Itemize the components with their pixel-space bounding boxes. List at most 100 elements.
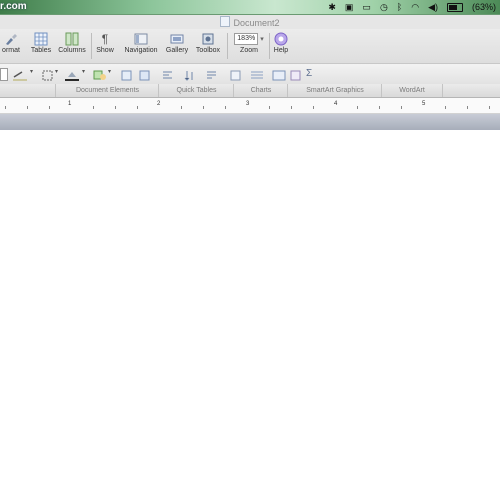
symbol-icon[interactable] bbox=[290, 68, 301, 81]
document-title: Document2 bbox=[0, 16, 500, 28]
gallery-icon bbox=[170, 34, 184, 44]
toolbox-icon bbox=[202, 33, 214, 45]
tab-wordart[interactable]: WordArt bbox=[381, 84, 443, 97]
toolbar-divider bbox=[269, 33, 270, 59]
ruler-mark: 4 bbox=[334, 101, 338, 107]
ruler-mark: 1 bbox=[68, 101, 72, 107]
ruler-tick bbox=[181, 106, 182, 109]
paint-bucket-icon bbox=[65, 72, 79, 81]
ruler-tick bbox=[445, 106, 446, 109]
ruler-tick bbox=[269, 106, 270, 109]
border-icon[interactable] bbox=[42, 68, 53, 81]
navigation-label: Navigation bbox=[124, 47, 158, 54]
navigation-pane-icon bbox=[134, 33, 148, 45]
paintbrush-icon bbox=[6, 34, 17, 45]
document-title-text: Document2 bbox=[233, 18, 280, 28]
tab-charts[interactable]: Charts bbox=[233, 84, 288, 97]
wifi-icon[interactable]: ◠ bbox=[411, 0, 419, 14]
ruler-tick bbox=[467, 106, 468, 109]
ruler-tick bbox=[27, 106, 28, 109]
table-icon bbox=[34, 32, 48, 46]
text-box-icon[interactable] bbox=[121, 68, 132, 81]
battery-icon[interactable] bbox=[446, 2, 463, 12]
horizontal-ruler[interactable]: 1 2 3 4 5 bbox=[0, 98, 500, 114]
tab-smartart-graphics[interactable]: SmartArt Graphics bbox=[287, 84, 382, 97]
pilcrow-icon: ¶ bbox=[101, 32, 109, 46]
pen-icon bbox=[13, 71, 27, 81]
columns-label: Columns bbox=[58, 47, 86, 54]
ruler-mark: 5 bbox=[422, 101, 426, 107]
display-icon[interactable]: ▭ bbox=[362, 0, 371, 14]
ruler-tick bbox=[379, 106, 380, 109]
sum-icon[interactable]: Σ bbox=[306, 68, 317, 79]
volume-icon[interactable]: ◀) bbox=[428, 0, 438, 14]
document-icon bbox=[220, 16, 231, 27]
ruler-tick bbox=[401, 106, 402, 109]
toolbox-button[interactable]: Toolbox bbox=[192, 32, 224, 54]
ruler-tick bbox=[225, 106, 226, 109]
chevron-down-icon[interactable]: ▾ bbox=[108, 68, 114, 79]
toolbox-label: Toolbox bbox=[195, 47, 221, 54]
line-color-button[interactable] bbox=[12, 68, 28, 81]
toolbar-divider bbox=[227, 33, 228, 59]
ruler-mark: 3 bbox=[246, 101, 250, 107]
ruler-tick bbox=[115, 106, 116, 109]
tab-document-elements[interactable]: Document Elements bbox=[55, 84, 159, 97]
style-dropdown[interactable] bbox=[0, 68, 8, 81]
standard-toolbar: ormat Tables Columns ¶ Show Navigation G… bbox=[0, 29, 500, 63]
ruler-tick bbox=[5, 106, 6, 109]
columns-icon bbox=[65, 32, 79, 46]
ruler-tick bbox=[49, 106, 50, 109]
toolbar-divider bbox=[91, 33, 92, 59]
formatting-toolbar: ▾ ▾ ▾ ▾ Σ bbox=[0, 63, 500, 85]
gallery-label: Gallery bbox=[165, 47, 189, 54]
zoom-label: Zoom bbox=[240, 47, 258, 54]
ruler-mark: 2 bbox=[157, 101, 161, 107]
ruler-tick bbox=[203, 106, 204, 109]
window-titlebar: Document2 bbox=[0, 15, 500, 29]
sort-icon[interactable] bbox=[184, 68, 195, 81]
page-top-margin-area bbox=[0, 114, 500, 130]
tables-label: Tables bbox=[30, 47, 52, 54]
zoom-field[interactable]: 183% bbox=[234, 33, 259, 45]
fill-color-button[interactable] bbox=[64, 68, 80, 81]
tab-quick-tables[interactable]: Quick Tables bbox=[158, 84, 234, 97]
ruler-tick bbox=[313, 106, 314, 109]
picture-icon[interactable] bbox=[139, 68, 150, 81]
chevron-down-icon[interactable]: ▾ bbox=[55, 68, 61, 79]
ruler-tick bbox=[357, 106, 358, 109]
battery-percent: (63%) bbox=[471, 2, 496, 12]
site-watermark: r.com bbox=[0, 1, 27, 12]
ruler-tick bbox=[137, 106, 138, 109]
ruler-tick bbox=[93, 106, 94, 109]
tables-button[interactable]: Tables bbox=[29, 32, 53, 54]
shapes-icon[interactable] bbox=[93, 68, 107, 80]
help-button[interactable]: Help bbox=[272, 32, 290, 54]
time-machine-icon[interactable]: ◷ bbox=[380, 0, 388, 14]
zoom-control[interactable]: 183% ▾ Zoom bbox=[231, 32, 267, 54]
chevron-down-icon[interactable]: ▾ bbox=[82, 68, 88, 79]
gallery-button[interactable]: Gallery bbox=[163, 32, 191, 54]
ruler-tick bbox=[489, 106, 490, 109]
show-label: Show bbox=[96, 47, 114, 54]
status-icons: ✱ ▣ ▭ ◷ ᛒ ◠ ◀) (63%) bbox=[328, 0, 496, 14]
menu-bar: r.com ✱ ▣ ▭ ◷ ᛒ ◠ ◀) (63%) bbox=[0, 0, 500, 15]
table-style-icon[interactable] bbox=[272, 68, 286, 81]
bluetooth-like-icon[interactable]: ✱ bbox=[328, 0, 336, 14]
zoom-stepper-icon[interactable]: ▾ bbox=[260, 35, 264, 43]
align-icon[interactable] bbox=[162, 68, 173, 79]
help-label: Help bbox=[273, 47, 289, 54]
document-page[interactable] bbox=[0, 130, 500, 500]
wrap-text-icon[interactable] bbox=[206, 68, 217, 79]
bluetooth-icon[interactable]: ᛒ bbox=[397, 0, 402, 14]
help-icon bbox=[274, 32, 288, 46]
chevron-down-icon[interactable]: ▾ bbox=[30, 68, 36, 79]
columns-button[interactable]: Columns bbox=[56, 32, 88, 54]
list-icon[interactable] bbox=[250, 68, 264, 79]
insert-icon[interactable] bbox=[230, 68, 241, 81]
ruler-tick bbox=[291, 106, 292, 109]
format-button[interactable]: ormat bbox=[0, 32, 22, 54]
navigation-button[interactable]: Navigation bbox=[121, 32, 161, 54]
camera-icon[interactable]: ▣ bbox=[345, 0, 354, 14]
show-button[interactable]: ¶ Show bbox=[94, 32, 116, 54]
